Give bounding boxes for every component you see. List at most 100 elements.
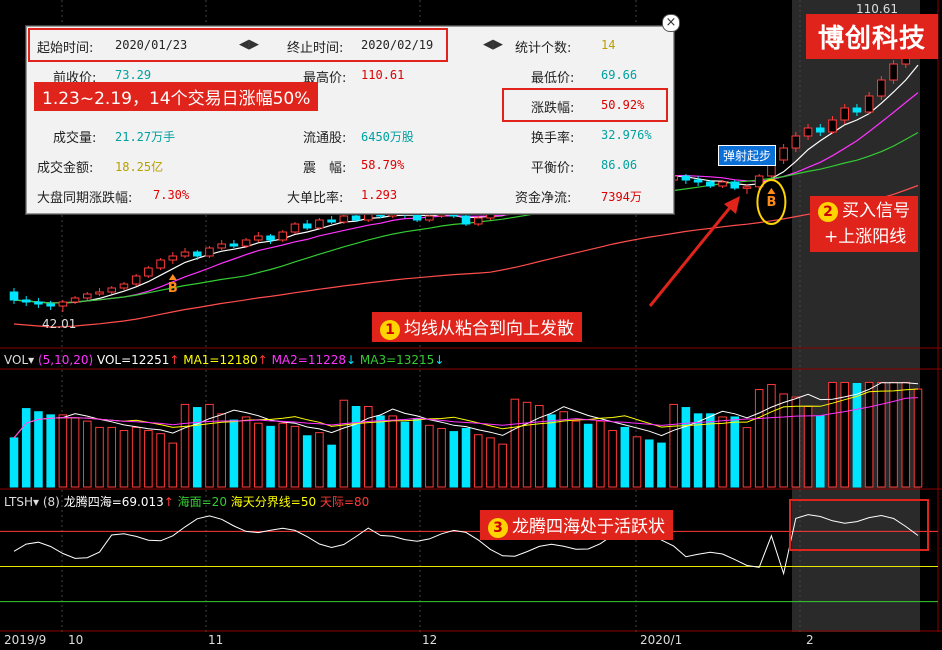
volume-bar-62 xyxy=(767,384,776,488)
open-value: 73.29 xyxy=(115,68,152,82)
amp-value: 58.79% xyxy=(361,158,405,172)
candle-body-59 xyxy=(730,181,740,189)
candle-body-72 xyxy=(889,63,898,81)
candle-body-22 xyxy=(278,231,288,241)
ltsh-sea-text: 海面=20 xyxy=(177,495,227,509)
candle-body-57 xyxy=(706,181,715,187)
volume-bar-30 xyxy=(376,415,385,488)
volume-bar-70 xyxy=(864,381,874,488)
big-value: 1.293 xyxy=(361,188,398,202)
candle-body-30 xyxy=(376,213,385,217)
avg-value: 86.06 xyxy=(601,158,638,172)
candle-body-25 xyxy=(315,219,324,229)
x-label-5: 2 xyxy=(806,633,814,647)
candle-body-69 xyxy=(852,107,862,113)
candle-body-1 xyxy=(21,299,31,303)
candle-body-29 xyxy=(363,213,373,221)
date-range-highlight xyxy=(28,28,448,62)
annotation-number-2: 2 xyxy=(818,202,838,222)
volume-bar-52 xyxy=(644,439,654,488)
candle-body-63 xyxy=(779,147,788,161)
candle-body-3 xyxy=(46,303,55,307)
x-label-0: 2019/9 xyxy=(4,633,47,647)
annotation-ltsh-text: 龙腾四海处于活跃状 xyxy=(512,517,665,537)
volume-bar-36 xyxy=(449,431,459,488)
volume-bar-21 xyxy=(266,425,275,488)
ltsh-header: LTSH▾ (8) 龙腾四海=69.013↑ 海面=20 海天分界线=50 天际… xyxy=(4,495,370,509)
end-arrows[interactable]: ◀▶ xyxy=(483,37,503,52)
candle-body-21 xyxy=(266,235,275,241)
candle-body-71 xyxy=(877,79,886,97)
candle-body-56 xyxy=(693,179,703,183)
ltsh-params: (8) xyxy=(42,495,60,509)
highlight-range-band xyxy=(792,0,920,632)
volume-bar-5 xyxy=(70,417,80,488)
vol-header: VOL▾ (5,10,20) VOL=12251↑ MA1=12180↑ MA2… xyxy=(4,353,445,367)
volume-bar-9 xyxy=(119,430,129,488)
volume-bar-60 xyxy=(742,427,752,488)
candle-body-70 xyxy=(864,95,874,113)
volume-bar-19 xyxy=(241,416,251,488)
volume-bar-74 xyxy=(913,388,923,488)
x-label-2: 11 xyxy=(208,633,224,647)
price-high-label: 110.61 xyxy=(856,2,898,16)
volume-bar-0 xyxy=(9,437,19,488)
flow-label: 资金净流: xyxy=(515,191,572,206)
volume-bar-33 xyxy=(412,418,422,488)
high-value: 110.61 xyxy=(361,68,405,82)
volume-bar-67 xyxy=(828,381,837,488)
candle-body-55 xyxy=(681,175,691,181)
vol-name[interactable]: VOL xyxy=(4,353,28,367)
candle-body-13 xyxy=(168,255,178,261)
volume-bar-72 xyxy=(889,381,898,488)
amount-value: 18.25亿 xyxy=(115,160,164,174)
annotation-ma-diverge: 1 均线从粘合到向上发散 xyxy=(372,312,582,342)
ltsh-name[interactable]: LTSH xyxy=(4,495,33,509)
candle-body-65 xyxy=(803,127,813,137)
vol-params: (5,10,20) xyxy=(37,353,94,367)
volume-bar-51 xyxy=(632,436,642,488)
turn-value: 32.976% xyxy=(601,128,652,142)
volume-bar-15 xyxy=(192,407,202,488)
float-label: 流通股: xyxy=(303,131,347,146)
turn-label: 换手率: xyxy=(531,131,575,146)
vol-value: 21.27万手 xyxy=(115,130,176,144)
annotation-buy-signal: 2 买入信号 +上涨阳线 xyxy=(810,196,918,252)
candle-body-28 xyxy=(351,215,361,221)
ltsh-main-text: 龙腾四海=69.013 xyxy=(63,495,164,509)
volume-bar-69 xyxy=(852,383,862,488)
ltsh-sky-text: 天际=80 xyxy=(319,495,370,509)
volume-bar-45 xyxy=(559,411,569,488)
volume-bar-1 xyxy=(21,408,31,488)
volume-bar-66 xyxy=(815,415,825,488)
volume-bar-24 xyxy=(302,435,312,488)
volume-bar-20 xyxy=(254,422,263,488)
volume-bar-7 xyxy=(95,426,104,488)
volume-bar-68 xyxy=(840,381,849,488)
close-icon[interactable]: × xyxy=(662,14,680,32)
volume-bar-31 xyxy=(388,415,397,488)
volume-bar-28 xyxy=(351,406,361,488)
candle-body-12 xyxy=(156,259,165,269)
volume-bar-26 xyxy=(327,444,336,488)
candle-body-33 xyxy=(412,213,422,221)
candle-body-8 xyxy=(107,287,117,293)
candle-body-67 xyxy=(828,119,837,133)
candle-body-6 xyxy=(83,293,92,299)
candle-body-2 xyxy=(34,301,43,305)
annotation-number-1: 1 xyxy=(380,320,400,340)
candle-body-68 xyxy=(840,107,849,121)
ltsh-mid-text: 海天分界线=50 xyxy=(230,495,317,509)
volume-bar-3 xyxy=(46,414,55,488)
candle-body-20 xyxy=(254,235,263,241)
candle-body-17 xyxy=(217,243,226,249)
volume-bar-64 xyxy=(791,396,801,488)
annotation-buy-line1: 买入信号 xyxy=(842,201,910,221)
volume-bar-32 xyxy=(400,421,410,488)
volume-bar-13 xyxy=(168,442,178,488)
volume-bar-61 xyxy=(754,389,764,488)
volume-bar-16 xyxy=(205,403,214,488)
volume-bar-11 xyxy=(144,430,153,488)
candle-body-37 xyxy=(461,215,471,225)
volume-bar-27 xyxy=(339,399,349,488)
